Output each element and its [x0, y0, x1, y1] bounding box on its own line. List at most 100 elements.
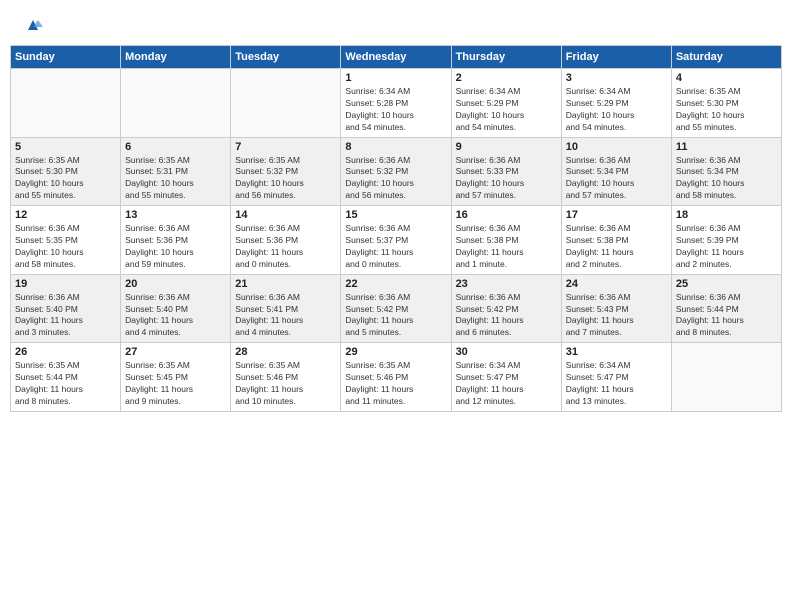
weekday-header: Friday	[561, 46, 671, 69]
calendar-cell: 7 Sunrise: 6:35 AM Sunset: 5:32 PM Daylig…	[231, 137, 341, 206]
calendar-cell: 27Sunrise: 6:35 AM Sunset: 5:45 PM Dayli…	[121, 343, 231, 412]
day-info: Sunrise: 6:36 AM Sunset: 5:37 PM Dayligh…	[345, 223, 446, 271]
day-info: Sunrise: 6:36 AM Sunset: 5:33 PM Dayligh…	[456, 155, 557, 203]
weekday-header: Saturday	[671, 46, 781, 69]
day-number: 12	[15, 209, 116, 221]
day-info: Sunrise: 6:34 AM Sunset: 5:28 PM Dayligh…	[345, 86, 446, 134]
calendar-cell	[11, 69, 121, 138]
calendar-cell: 1 Sunrise: 6:34 AM Sunset: 5:28 PM Daylig…	[341, 69, 451, 138]
weekday-header: Wednesday	[341, 46, 451, 69]
day-number: 23	[456, 278, 557, 290]
day-info: Sunrise: 6:36 AM Sunset: 5:34 PM Dayligh…	[566, 155, 667, 203]
day-info: Sunrise: 6:35 AM Sunset: 5:31 PM Dayligh…	[125, 155, 226, 203]
calendar-cell: 17Sunrise: 6:36 AM Sunset: 5:38 PM Dayli…	[561, 206, 671, 275]
calendar-cell: 19 Sunrise: 6:36 AM Sunset: 5:40 PM Dayli…	[11, 274, 121, 343]
day-info: Sunrise: 6:34 AM Sunset: 5:47 PM Dayligh…	[566, 360, 667, 408]
day-number: 13	[125, 209, 226, 221]
calendar-cell: 23 Sunrise: 6:36 AM Sunset: 5:42 PM Dayli…	[451, 274, 561, 343]
weekday-header: Monday	[121, 46, 231, 69]
day-number: 20	[125, 278, 226, 290]
calendar-cell: 11 Sunrise: 6:36 AM Sunset: 5:34 PM Dayli…	[671, 137, 781, 206]
day-info: Sunrise: 6:36 AM Sunset: 5:40 PM Dayligh…	[15, 292, 116, 340]
day-info: Sunrise: 6:36 AM Sunset: 5:39 PM Dayligh…	[676, 223, 777, 271]
day-info: Sunrise: 6:35 AM Sunset: 5:30 PM Dayligh…	[15, 155, 116, 203]
logo-icon	[23, 15, 43, 35]
calendar-cell: 28Sunrise: 6:35 AM Sunset: 5:46 PM Dayli…	[231, 343, 341, 412]
calendar-cell: 10 Sunrise: 6:36 AM Sunset: 5:34 PM Dayli…	[561, 137, 671, 206]
calendar-cell: 5 Sunrise: 6:35 AM Sunset: 5:30 PM Daylig…	[11, 137, 121, 206]
calendar-cell: 24 Sunrise: 6:36 AM Sunset: 5:43 PM Dayli…	[561, 274, 671, 343]
calendar-week-row: 26 Sunrise: 6:35 AM Sunset: 5:44 PM Dayli…	[11, 343, 782, 412]
calendar-header: SundayMondayTuesdayWednesdayThursdayFrid…	[11, 46, 782, 69]
calendar-week-row: 12 Sunrise: 6:36 AM Sunset: 5:35 PM Dayli…	[11, 206, 782, 275]
day-info: Sunrise: 6:35 AM Sunset: 5:44 PM Dayligh…	[15, 360, 116, 408]
day-info: Sunrise: 6:36 AM Sunset: 5:36 PM Dayligh…	[235, 223, 336, 271]
day-info: Sunrise: 6:34 AM Sunset: 5:29 PM Dayligh…	[566, 86, 667, 134]
calendar-cell: 12 Sunrise: 6:36 AM Sunset: 5:35 PM Dayli…	[11, 206, 121, 275]
calendar-cell: 9Sunrise: 6:36 AM Sunset: 5:33 PM Daylig…	[451, 137, 561, 206]
day-number: 24	[566, 278, 667, 290]
day-info: Sunrise: 6:36 AM Sunset: 5:38 PM Dayligh…	[456, 223, 557, 271]
day-number: 7	[235, 141, 336, 153]
calendar-week-row: 19 Sunrise: 6:36 AM Sunset: 5:40 PM Dayli…	[11, 274, 782, 343]
day-number: 3	[566, 72, 667, 84]
day-info: Sunrise: 6:35 AM Sunset: 5:32 PM Dayligh…	[235, 155, 336, 203]
calendar-cell: 13 Sunrise: 6:36 AM Sunset: 5:36 PM Dayli…	[121, 206, 231, 275]
calendar-cell: 31 Sunrise: 6:34 AM Sunset: 5:47 PM Dayli…	[561, 343, 671, 412]
day-number: 26	[15, 346, 116, 358]
weekday-header: Thursday	[451, 46, 561, 69]
day-info: Sunrise: 6:36 AM Sunset: 5:41 PM Dayligh…	[235, 292, 336, 340]
calendar-body: 1 Sunrise: 6:34 AM Sunset: 5:28 PM Daylig…	[11, 69, 782, 412]
day-info: Sunrise: 6:35 AM Sunset: 5:46 PM Dayligh…	[345, 360, 446, 408]
day-info: Sunrise: 6:36 AM Sunset: 5:35 PM Dayligh…	[15, 223, 116, 271]
day-info: Sunrise: 6:36 AM Sunset: 5:42 PM Dayligh…	[456, 292, 557, 340]
weekday-header: Tuesday	[231, 46, 341, 69]
calendar-table: SundayMondayTuesdayWednesdayThursdayFrid…	[10, 45, 782, 412]
calendar-cell: 3 Sunrise: 6:34 AM Sunset: 5:29 PM Daylig…	[561, 69, 671, 138]
day-number: 2	[456, 72, 557, 84]
day-number: 19	[15, 278, 116, 290]
day-info: Sunrise: 6:36 AM Sunset: 5:32 PM Dayligh…	[345, 155, 446, 203]
calendar-cell	[121, 69, 231, 138]
calendar-cell: 18Sunrise: 6:36 AM Sunset: 5:39 PM Dayli…	[671, 206, 781, 275]
day-number: 31	[566, 346, 667, 358]
day-number: 1	[345, 72, 446, 84]
calendar-cell	[671, 343, 781, 412]
day-info: Sunrise: 6:34 AM Sunset: 5:47 PM Dayligh…	[456, 360, 557, 408]
calendar-cell: 30 Sunrise: 6:34 AM Sunset: 5:47 PM Dayli…	[451, 343, 561, 412]
day-number: 5	[15, 141, 116, 153]
day-info: Sunrise: 6:36 AM Sunset: 5:34 PM Dayligh…	[676, 155, 777, 203]
day-number: 27	[125, 346, 226, 358]
page-header	[10, 10, 782, 40]
day-number: 10	[566, 141, 667, 153]
calendar-cell: 26 Sunrise: 6:35 AM Sunset: 5:44 PM Dayli…	[11, 343, 121, 412]
logo	[20, 20, 43, 35]
day-number: 11	[676, 141, 777, 153]
calendar-cell: 22 Sunrise: 6:36 AM Sunset: 5:42 PM Dayli…	[341, 274, 451, 343]
weekday-header: Sunday	[11, 46, 121, 69]
day-info: Sunrise: 6:36 AM Sunset: 5:40 PM Dayligh…	[125, 292, 226, 340]
day-info: Sunrise: 6:36 AM Sunset: 5:42 PM Dayligh…	[345, 292, 446, 340]
calendar-cell: 6 Sunrise: 6:35 AM Sunset: 5:31 PM Daylig…	[121, 137, 231, 206]
day-info: Sunrise: 6:36 AM Sunset: 5:44 PM Dayligh…	[676, 292, 777, 340]
calendar-cell: 20 Sunrise: 6:36 AM Sunset: 5:40 PM Dayli…	[121, 274, 231, 343]
calendar-week-row: 5 Sunrise: 6:35 AM Sunset: 5:30 PM Daylig…	[11, 137, 782, 206]
calendar-cell: 8Sunrise: 6:36 AM Sunset: 5:32 PM Daylig…	[341, 137, 451, 206]
day-number: 30	[456, 346, 557, 358]
day-number: 15	[345, 209, 446, 221]
day-number: 14	[235, 209, 336, 221]
calendar-cell: 15 Sunrise: 6:36 AM Sunset: 5:37 PM Dayli…	[341, 206, 451, 275]
day-number: 22	[345, 278, 446, 290]
calendar-cell: 21Sunrise: 6:36 AM Sunset: 5:41 PM Dayli…	[231, 274, 341, 343]
day-info: Sunrise: 6:36 AM Sunset: 5:36 PM Dayligh…	[125, 223, 226, 271]
day-number: 29	[345, 346, 446, 358]
calendar-cell: 14 Sunrise: 6:36 AM Sunset: 5:36 PM Dayli…	[231, 206, 341, 275]
calendar-week-row: 1 Sunrise: 6:34 AM Sunset: 5:28 PM Daylig…	[11, 69, 782, 138]
calendar-cell: 2Sunrise: 6:34 AM Sunset: 5:29 PM Daylig…	[451, 69, 561, 138]
calendar-cell: 29 Sunrise: 6:35 AM Sunset: 5:46 PM Dayli…	[341, 343, 451, 412]
day-number: 6	[125, 141, 226, 153]
day-info: Sunrise: 6:36 AM Sunset: 5:38 PM Dayligh…	[566, 223, 667, 271]
day-number: 25	[676, 278, 777, 290]
day-info: Sunrise: 6:36 AM Sunset: 5:43 PM Dayligh…	[566, 292, 667, 340]
day-number: 16	[456, 209, 557, 221]
